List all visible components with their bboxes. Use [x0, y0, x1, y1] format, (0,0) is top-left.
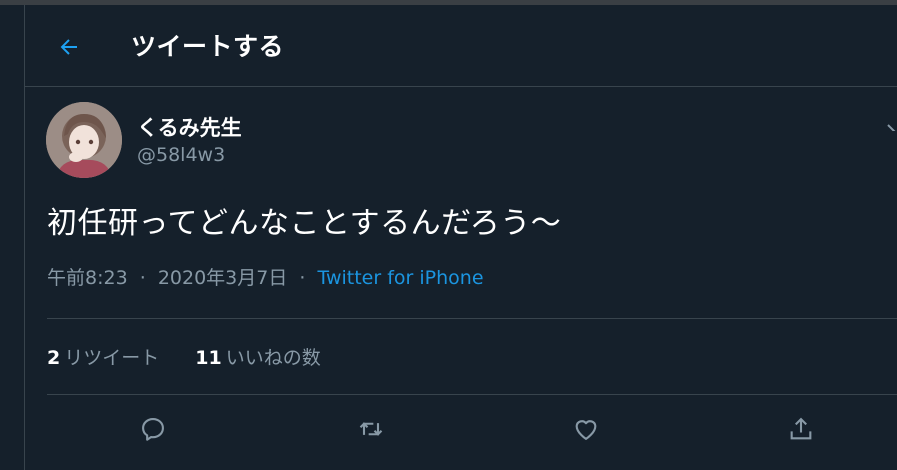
- tweet-stats: 2 リツイート 11 いいねの数: [47, 343, 351, 370]
- reply-button[interactable]: [137, 413, 169, 445]
- tweet-text: 初任研ってどんなことするんだろう～: [47, 206, 562, 241]
- meta-separator: ·: [139, 267, 146, 289]
- tweet-meta: 午前8:23 · 2020年3月7日 · Twitter for iPhone: [47, 263, 484, 290]
- avatar[interactable]: [46, 102, 122, 178]
- more-options-button[interactable]: [885, 117, 897, 131]
- retweets-count: 2: [47, 347, 61, 369]
- page-header: ツイートする: [25, 5, 897, 87]
- share-button[interactable]: [785, 413, 817, 445]
- meta-separator: ·: [299, 267, 306, 289]
- tweet-detail-column: ツイートする くるみ先生 @58l4w3 初任研ってどんなことするんだろう～ 午…: [24, 5, 897, 470]
- tweet-date[interactable]: 2020年3月7日: [158, 267, 288, 289]
- divider: [47, 318, 897, 319]
- tweet-actions: [25, 399, 897, 459]
- chevron-down-icon: [887, 124, 896, 131]
- likes-count: 11: [195, 347, 222, 369]
- reply-icon: [142, 418, 164, 441]
- back-button[interactable]: [51, 29, 87, 65]
- display-name[interactable]: くるみ先生: [137, 112, 242, 142]
- likes-stat[interactable]: 11 いいねの数: [195, 343, 320, 370]
- like-button[interactable]: [570, 413, 602, 445]
- heart-icon: [575, 420, 597, 440]
- arrow-left-icon: [60, 39, 77, 55]
- avatar-illustration: [46, 102, 122, 178]
- page-title: ツイートする: [131, 32, 285, 61]
- likes-label: いいねの数: [225, 347, 321, 369]
- tweet-source-link[interactable]: Twitter for iPhone: [317, 267, 483, 289]
- tweet-time[interactable]: 午前8:23: [47, 267, 128, 289]
- divider: [47, 394, 897, 395]
- retweet-button[interactable]: [355, 413, 387, 445]
- retweet-icon: [359, 422, 383, 436]
- share-icon: [790, 417, 812, 440]
- retweets-stat[interactable]: 2 リツイート: [47, 343, 159, 370]
- user-handle[interactable]: @58l4w3: [137, 144, 225, 166]
- retweets-label: リツイート: [64, 347, 160, 369]
